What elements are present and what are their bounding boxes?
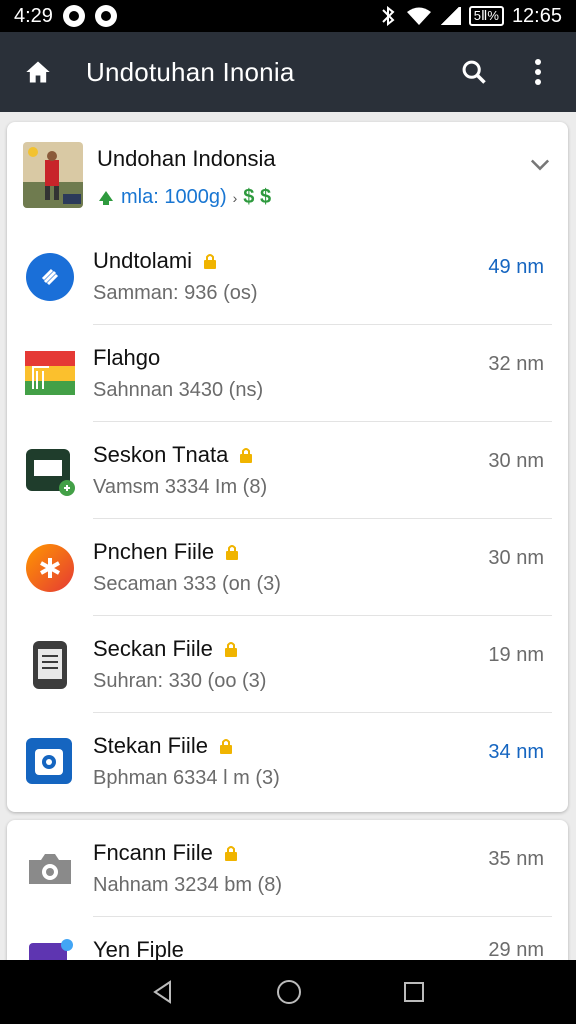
list-item[interactable]: Fncann Fiile Nahnam 3234 bm (8) 35 nm [7,820,568,917]
flag-app-icon [25,349,75,399]
item-time: 35 nm [488,848,544,870]
status-time-right: 12:65 [511,4,562,27]
app-bar: Undotuhan Inonia [0,32,576,112]
item-subtitle: Samman: 936 (os) [93,282,258,304]
item-time: 32 nm [488,353,544,375]
lock-icon [204,254,217,269]
recents-icon[interactable] [402,980,426,1004]
item-title: Undtolami [93,248,193,273]
item-time: 30 nm [488,547,544,569]
item-title: Stekan Fiile [93,733,208,758]
download-card: Undohan Indonsia mla: 1000g) › $ $ Undto… [7,122,568,812]
item-subtitle: Nahnam 3234 bm (8) [93,874,282,896]
app-title: Undotuhan Inonia [86,56,295,87]
link-icon [25,252,75,302]
download-card-2: Fncann Fiile Nahnam 3234 bm (8) 35 nm Ye… [7,820,568,980]
item-time: 29 nm [488,939,544,961]
item-time: 49 nm [488,256,544,278]
item-time: 19 nm [488,644,544,666]
document-icon [25,640,75,690]
list-item[interactable]: Seskon Tnata Vamsm 3334 Im (8) 30 nm [7,422,568,519]
item-time: 34 nm [488,741,544,763]
header-title: Undohan Indonsia [97,146,276,171]
header-arrow: › [232,189,238,206]
lock-icon [226,545,239,560]
item-title: Flahgo [93,345,161,370]
asterisk-app-icon [25,543,75,593]
list-item[interactable]: Pnchen Fiile Secaman 333 (on (3) 30 nm [7,519,568,616]
lock-icon [224,846,237,861]
header-currency: $ $ [243,186,272,208]
status-bar: 4:29 5Ⅱ% 12:65 [0,0,576,32]
item-title: Fncann Fiile [93,840,213,865]
item-subtitle: Bphman 6334 l m (3) [93,767,280,789]
home-circle-icon[interactable] [275,978,303,1006]
search-icon[interactable] [456,54,492,90]
lock-icon [224,642,237,657]
back-icon[interactable] [150,979,176,1005]
item-subtitle: Sahnnan 3430 (ns) [93,379,264,401]
item-subtitle: Suhran: 330 (oo (3) [93,670,267,692]
list-item[interactable]: Stekan Fiile Bphman 6334 l m (3) 34 nm [7,713,568,810]
chevron-down-icon[interactable] [526,150,554,178]
upload-arrow-icon [99,190,113,205]
list-item[interactable]: Undtolami Samman: 936 (os) 49 nm [7,228,568,325]
bluetooth-icon [382,6,395,26]
item-subtitle: Vamsm 3334 Im (8) [93,476,268,498]
list-item[interactable]: Flahgo Sahnnan 3430 (ns) 32 nm [7,325,568,422]
battery-icon: 5Ⅱ% [468,6,504,26]
list-item[interactable]: Seckan Fiile Suhran: 330 (oo (3) 19 nm [7,616,568,713]
navigation-bar [0,960,576,1024]
camera-icon [25,844,75,894]
item-title: Seckan Fiile [93,636,213,661]
item-title: Seskon Tnata [93,442,229,467]
lock-icon [240,448,253,463]
header-subtitle: mla: 1000g) › $ $ [97,186,276,209]
header-thumbnail [23,142,83,208]
item-time: 30 nm [488,450,544,472]
status-time-left: 4:29 [14,4,53,27]
notification-icon-2 [94,5,117,27]
home-icon[interactable] [20,54,56,90]
card-header[interactable]: Undohan Indonsia mla: 1000g) › $ $ [7,122,568,228]
more-vert-icon[interactable] [520,54,556,90]
header-size: mla: 1000g) [121,186,227,208]
item-subtitle: Secaman 333 (on (3) [93,573,281,595]
notification-icon [62,5,85,27]
camera-app-icon [25,737,75,787]
wifi-icon [406,7,431,25]
terminal-app-icon [25,446,75,496]
item-title: Pnchen Fiile [93,539,215,564]
lock-icon [219,739,232,754]
signal-icon [438,7,461,25]
